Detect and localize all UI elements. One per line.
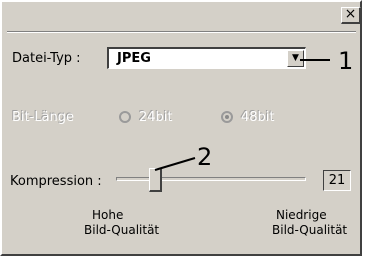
callout-number-2: 2 xyxy=(197,143,213,171)
callout-number-1: 1 xyxy=(338,47,354,75)
callout-line-2 xyxy=(154,157,196,171)
callout-lines xyxy=(154,59,330,171)
